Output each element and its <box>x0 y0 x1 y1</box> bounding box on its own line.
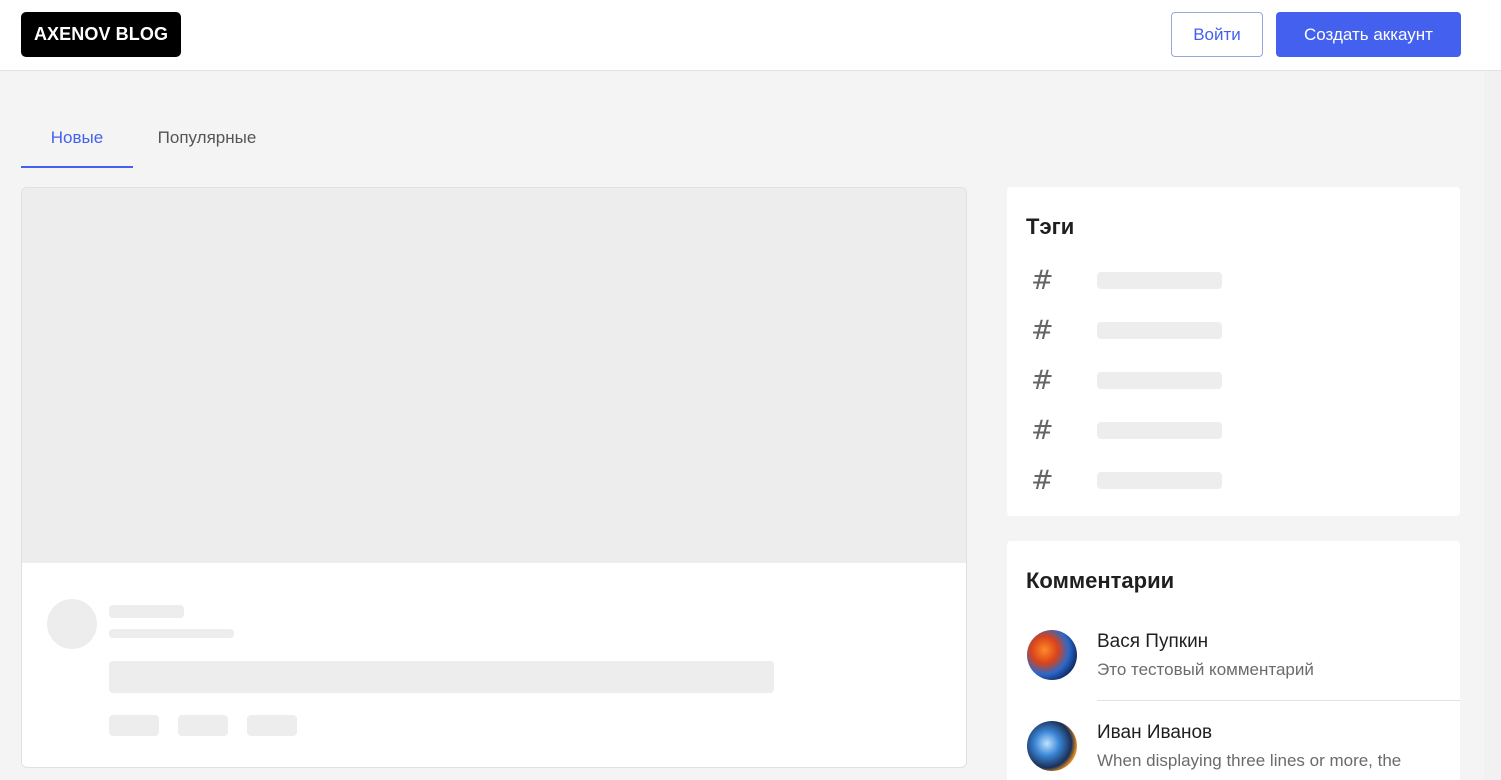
post-tag-placeholder <box>247 715 297 736</box>
tag-name-placeholder <box>1097 372 1222 389</box>
tags-card: Тэги # # # # # <box>1007 187 1460 516</box>
login-button[interactable]: Войти <box>1171 12 1263 57</box>
post-date-placeholder <box>109 629 234 638</box>
scrollbar[interactable] <box>1484 71 1501 780</box>
comment-author: Иван Иванов <box>1097 722 1213 743</box>
hash-icon: # <box>1031 465 1054 496</box>
tag-name-placeholder <box>1097 322 1222 339</box>
tags-title: Тэги <box>1026 214 1075 239</box>
tag-name-placeholder <box>1097 472 1222 489</box>
comment-text: Это тестовый комментарий <box>1097 660 1314 679</box>
comment-author: Вася Пупкин <box>1097 631 1209 652</box>
comments-card: Комментарии Вася Пупкин Это тестовый ком… <box>1007 541 1460 780</box>
tag-name-placeholder <box>1097 422 1222 439</box>
tag-item[interactable]: # <box>1007 416 1460 466</box>
post-tag-placeholder <box>109 715 159 736</box>
hash-icon: # <box>1031 365 1054 396</box>
logo[interactable]: AXENOV BLOG <box>21 12 181 57</box>
hash-icon: # <box>1031 415 1054 446</box>
create-account-button[interactable]: Создать аккаунт <box>1276 12 1461 57</box>
divider <box>1097 700 1460 701</box>
avatar <box>1027 630 1077 680</box>
post-tag-placeholder <box>178 715 228 736</box>
comments-title: Комментарии <box>1026 568 1175 593</box>
author-avatar-placeholder <box>47 599 97 649</box>
tag-item[interactable]: # <box>1007 266 1460 316</box>
avatar <box>1027 721 1077 771</box>
comment-text: When displaying three lines or more, the <box>1097 751 1402 770</box>
post-title-placeholder <box>109 661 774 693</box>
post-image-placeholder <box>22 188 966 563</box>
tab-popular[interactable]: Популярные <box>133 110 281 168</box>
top-header: AXENOV BLOG Войти Создать аккаунт <box>0 0 1501 71</box>
tag-item[interactable]: # <box>1007 366 1460 416</box>
hash-icon: # <box>1031 265 1054 296</box>
post-card-skeleton[interactable] <box>21 187 967 768</box>
tag-name-placeholder <box>1097 272 1222 289</box>
tag-item[interactable]: # <box>1007 316 1460 366</box>
author-name-placeholder <box>109 605 184 618</box>
tab-new[interactable]: Новые <box>21 110 133 168</box>
tag-item[interactable]: # <box>1007 466 1460 516</box>
hash-icon: # <box>1031 315 1054 346</box>
